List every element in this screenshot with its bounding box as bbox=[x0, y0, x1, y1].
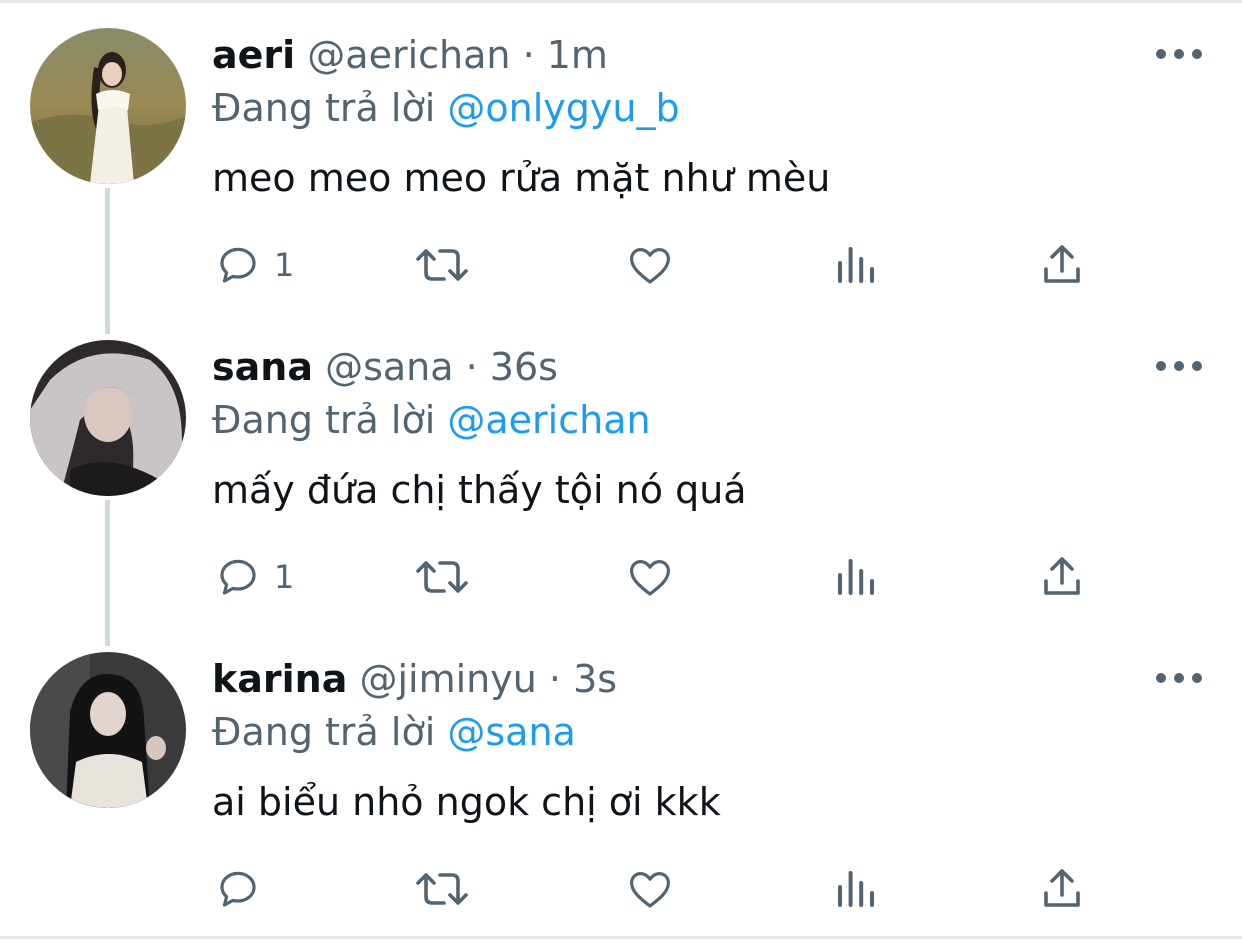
share-button[interactable] bbox=[1038, 550, 1086, 604]
timestamp[interactable]: · 1m bbox=[523, 33, 608, 77]
views-button[interactable] bbox=[832, 550, 880, 604]
avatar[interactable] bbox=[30, 652, 186, 808]
share-upload-icon bbox=[1044, 557, 1080, 595]
retweet-button[interactable] bbox=[414, 238, 470, 292]
like-button[interactable] bbox=[626, 238, 674, 292]
heart-icon bbox=[630, 248, 670, 284]
display-name[interactable]: aeri bbox=[212, 33, 295, 77]
tweet-header: aeri @aerichan · 1m bbox=[212, 30, 608, 80]
replying-to-label: Đang trả lời bbox=[212, 398, 436, 442]
bar-chart-icon bbox=[838, 871, 874, 907]
views-button[interactable] bbox=[832, 862, 880, 916]
speech-bubble-icon bbox=[220, 559, 256, 595]
share-upload-icon bbox=[1044, 869, 1080, 907]
reply-button[interactable] bbox=[214, 862, 274, 916]
heart-icon bbox=[630, 560, 670, 596]
tweet-item[interactable]: sana @sana · 36s Đang trả lời @aerichan … bbox=[0, 312, 1242, 624]
tweet-item[interactable]: aeri @aerichan · 1m Đang trả lời @onlygy… bbox=[0, 0, 1242, 312]
tweet-header: sana @sana · 36s bbox=[212, 342, 558, 392]
reply-mention-link[interactable]: @sana bbox=[447, 710, 575, 754]
share-button[interactable] bbox=[1038, 238, 1086, 292]
retweet-arrows-icon bbox=[416, 873, 468, 905]
timestamp[interactable]: · 3s bbox=[549, 657, 617, 701]
like-button[interactable] bbox=[626, 550, 674, 604]
like-button[interactable] bbox=[626, 862, 674, 916]
speech-bubble-icon bbox=[220, 247, 256, 283]
timestamp[interactable]: · 36s bbox=[466, 345, 558, 389]
tweet-text: meo meo meo rửa mặt như mèu bbox=[212, 156, 831, 200]
retweet-arrows-icon bbox=[416, 249, 468, 281]
retweet-arrows-icon bbox=[416, 561, 468, 593]
share-upload-icon bbox=[1044, 245, 1080, 283]
replying-to: Đang trả lời @aerichan bbox=[212, 395, 651, 445]
retweet-button[interactable] bbox=[414, 862, 470, 916]
tweet-text: ai biểu nhỏ ngok chị ơi kkk bbox=[212, 780, 721, 824]
share-button[interactable] bbox=[1038, 862, 1086, 916]
display-name[interactable]: sana bbox=[212, 345, 313, 389]
replying-to-label: Đang trả lời bbox=[212, 86, 436, 130]
user-handle[interactable]: @sana bbox=[325, 345, 453, 389]
retweet-button[interactable] bbox=[414, 550, 470, 604]
bar-chart-icon bbox=[838, 559, 874, 595]
user-handle[interactable]: @jiminyu bbox=[359, 657, 536, 701]
reply-mention-link[interactable]: @onlygyu_b bbox=[447, 86, 679, 130]
reply-mention-link[interactable]: @aerichan bbox=[447, 398, 650, 442]
more-dots-icon[interactable] bbox=[1156, 666, 1202, 690]
bar-chart-icon bbox=[838, 247, 874, 283]
speech-bubble-icon bbox=[220, 871, 256, 907]
replying-to-label: Đang trả lời bbox=[212, 710, 436, 754]
reply-button[interactable]: 1 bbox=[214, 550, 294, 604]
reply-button[interactable]: 1 bbox=[214, 238, 294, 292]
tweet-header: karina @jiminyu · 3s bbox=[212, 654, 617, 704]
avatar[interactable] bbox=[30, 340, 186, 496]
avatar[interactable] bbox=[30, 28, 186, 184]
replying-to: Đang trả lời @sana bbox=[212, 707, 576, 757]
display-name[interactable]: karina bbox=[212, 657, 347, 701]
tweet-text: mấy đứa chị thấy tội nó quá bbox=[212, 468, 747, 512]
bottom-divider bbox=[0, 936, 1242, 939]
tweet-item[interactable]: karina @jiminyu · 3s Đang trả lời @sana … bbox=[0, 624, 1242, 936]
heart-icon bbox=[630, 872, 670, 908]
replying-to: Đang trả lời @onlygyu_b bbox=[212, 83, 680, 133]
more-dots-icon[interactable] bbox=[1156, 354, 1202, 378]
user-handle[interactable]: @aerichan bbox=[307, 33, 510, 77]
more-dots-icon[interactable] bbox=[1156, 42, 1202, 66]
reply-count: 1 bbox=[274, 246, 295, 284]
views-button[interactable] bbox=[832, 238, 880, 292]
reply-count: 1 bbox=[274, 558, 295, 596]
